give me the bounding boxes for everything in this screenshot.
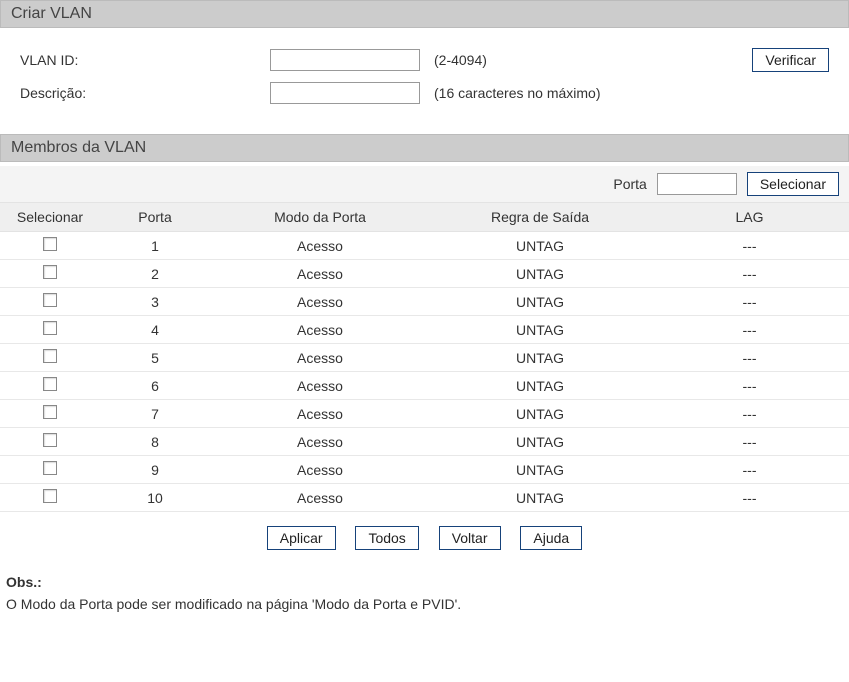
note-text: O Modo da Porta pode ser modificado na p… bbox=[6, 596, 843, 612]
help-button[interactable]: Ajuda bbox=[520, 526, 582, 550]
table-row: 7AcessoUNTAG--- bbox=[0, 400, 849, 428]
row-port: 10 bbox=[100, 484, 210, 512]
note-section: Obs.: O Modo da Porta pode ser modificad… bbox=[0, 564, 849, 622]
row-select-checkbox[interactable] bbox=[43, 489, 57, 503]
col-select-header: Selecionar bbox=[0, 203, 100, 232]
description-hint: (16 caracteres no máximo) bbox=[434, 85, 601, 101]
table-row: 9AcessoUNTAG--- bbox=[0, 456, 849, 484]
table-row: 1AcessoUNTAG--- bbox=[0, 232, 849, 260]
row-lag: --- bbox=[650, 400, 849, 428]
apply-button[interactable]: Aplicar bbox=[267, 526, 336, 550]
table-row: 10AcessoUNTAG--- bbox=[0, 484, 849, 512]
row-lag: --- bbox=[650, 316, 849, 344]
row-egress: UNTAG bbox=[430, 232, 650, 260]
row-port: 6 bbox=[100, 372, 210, 400]
row-select-checkbox[interactable] bbox=[43, 349, 57, 363]
row-egress: UNTAG bbox=[430, 456, 650, 484]
col-lag-header: LAG bbox=[650, 203, 849, 232]
row-select-checkbox[interactable] bbox=[43, 265, 57, 279]
table-row: 4AcessoUNTAG--- bbox=[0, 316, 849, 344]
row-select-checkbox[interactable] bbox=[43, 461, 57, 475]
row-egress: UNTAG bbox=[430, 372, 650, 400]
row-mode: Acesso bbox=[210, 400, 430, 428]
row-lag: --- bbox=[650, 372, 849, 400]
description-label: Descrição: bbox=[20, 85, 270, 101]
row-mode: Acesso bbox=[210, 344, 430, 372]
row-lag: --- bbox=[650, 260, 849, 288]
table-row: 8AcessoUNTAG--- bbox=[0, 428, 849, 456]
row-egress: UNTAG bbox=[430, 400, 650, 428]
all-button[interactable]: Todos bbox=[355, 526, 418, 550]
back-button[interactable]: Voltar bbox=[439, 526, 501, 550]
vlan-id-label: VLAN ID: bbox=[20, 52, 270, 68]
port-filter-label: Porta bbox=[613, 176, 646, 192]
row-mode: Acesso bbox=[210, 456, 430, 484]
row-mode: Acesso bbox=[210, 372, 430, 400]
row-select-checkbox[interactable] bbox=[43, 237, 57, 251]
row-egress: UNTAG bbox=[430, 260, 650, 288]
table-row: 5AcessoUNTAG--- bbox=[0, 344, 849, 372]
row-port: 2 bbox=[100, 260, 210, 288]
row-egress: UNTAG bbox=[430, 288, 650, 316]
action-buttons: Aplicar Todos Voltar Ajuda bbox=[0, 512, 849, 564]
row-select-checkbox[interactable] bbox=[43, 433, 57, 447]
row-port: 8 bbox=[100, 428, 210, 456]
port-filter-input[interactable] bbox=[657, 173, 737, 195]
row-port: 4 bbox=[100, 316, 210, 344]
row-mode: Acesso bbox=[210, 260, 430, 288]
row-lag: --- bbox=[650, 344, 849, 372]
vlan-members-header: Membros da VLAN bbox=[0, 134, 849, 162]
note-title: Obs.: bbox=[6, 574, 843, 590]
vlan-id-input[interactable] bbox=[270, 49, 420, 71]
vlan-members-box: Porta Selecionar Selecionar Porta Modo d… bbox=[0, 166, 849, 564]
row-mode: Acesso bbox=[210, 288, 430, 316]
row-select-checkbox[interactable] bbox=[43, 405, 57, 419]
row-egress: UNTAG bbox=[430, 484, 650, 512]
row-lag: --- bbox=[650, 232, 849, 260]
description-input[interactable] bbox=[270, 82, 420, 104]
verify-button[interactable]: Verificar bbox=[752, 48, 829, 72]
row-port: 7 bbox=[100, 400, 210, 428]
row-select-checkbox[interactable] bbox=[43, 321, 57, 335]
row-mode: Acesso bbox=[210, 232, 430, 260]
row-select-checkbox[interactable] bbox=[43, 293, 57, 307]
row-lag: --- bbox=[650, 288, 849, 316]
row-port: 5 bbox=[100, 344, 210, 372]
row-lag: --- bbox=[650, 456, 849, 484]
vlan-id-hint: (2-4094) bbox=[434, 52, 487, 68]
create-vlan-form: VLAN ID: (2-4094) Verificar Descrição: (… bbox=[0, 28, 849, 134]
row-port: 3 bbox=[100, 288, 210, 316]
row-egress: UNTAG bbox=[430, 316, 650, 344]
members-table: Selecionar Porta Modo da Porta Regra de … bbox=[0, 203, 849, 512]
row-select-checkbox[interactable] bbox=[43, 377, 57, 391]
col-egress-header: Regra de Saída bbox=[430, 203, 650, 232]
row-port: 1 bbox=[100, 232, 210, 260]
col-mode-header: Modo da Porta bbox=[210, 203, 430, 232]
row-mode: Acesso bbox=[210, 316, 430, 344]
col-port-header: Porta bbox=[100, 203, 210, 232]
row-lag: --- bbox=[650, 484, 849, 512]
row-mode: Acesso bbox=[210, 484, 430, 512]
table-row: 6AcessoUNTAG--- bbox=[0, 372, 849, 400]
row-egress: UNTAG bbox=[430, 344, 650, 372]
row-port: 9 bbox=[100, 456, 210, 484]
table-row: 2AcessoUNTAG--- bbox=[0, 260, 849, 288]
row-mode: Acesso bbox=[210, 428, 430, 456]
create-vlan-header: Criar VLAN bbox=[0, 0, 849, 28]
port-filter-row: Porta Selecionar bbox=[0, 166, 849, 203]
row-lag: --- bbox=[650, 428, 849, 456]
select-port-button[interactable]: Selecionar bbox=[747, 172, 839, 196]
table-row: 3AcessoUNTAG--- bbox=[0, 288, 849, 316]
row-egress: UNTAG bbox=[430, 428, 650, 456]
